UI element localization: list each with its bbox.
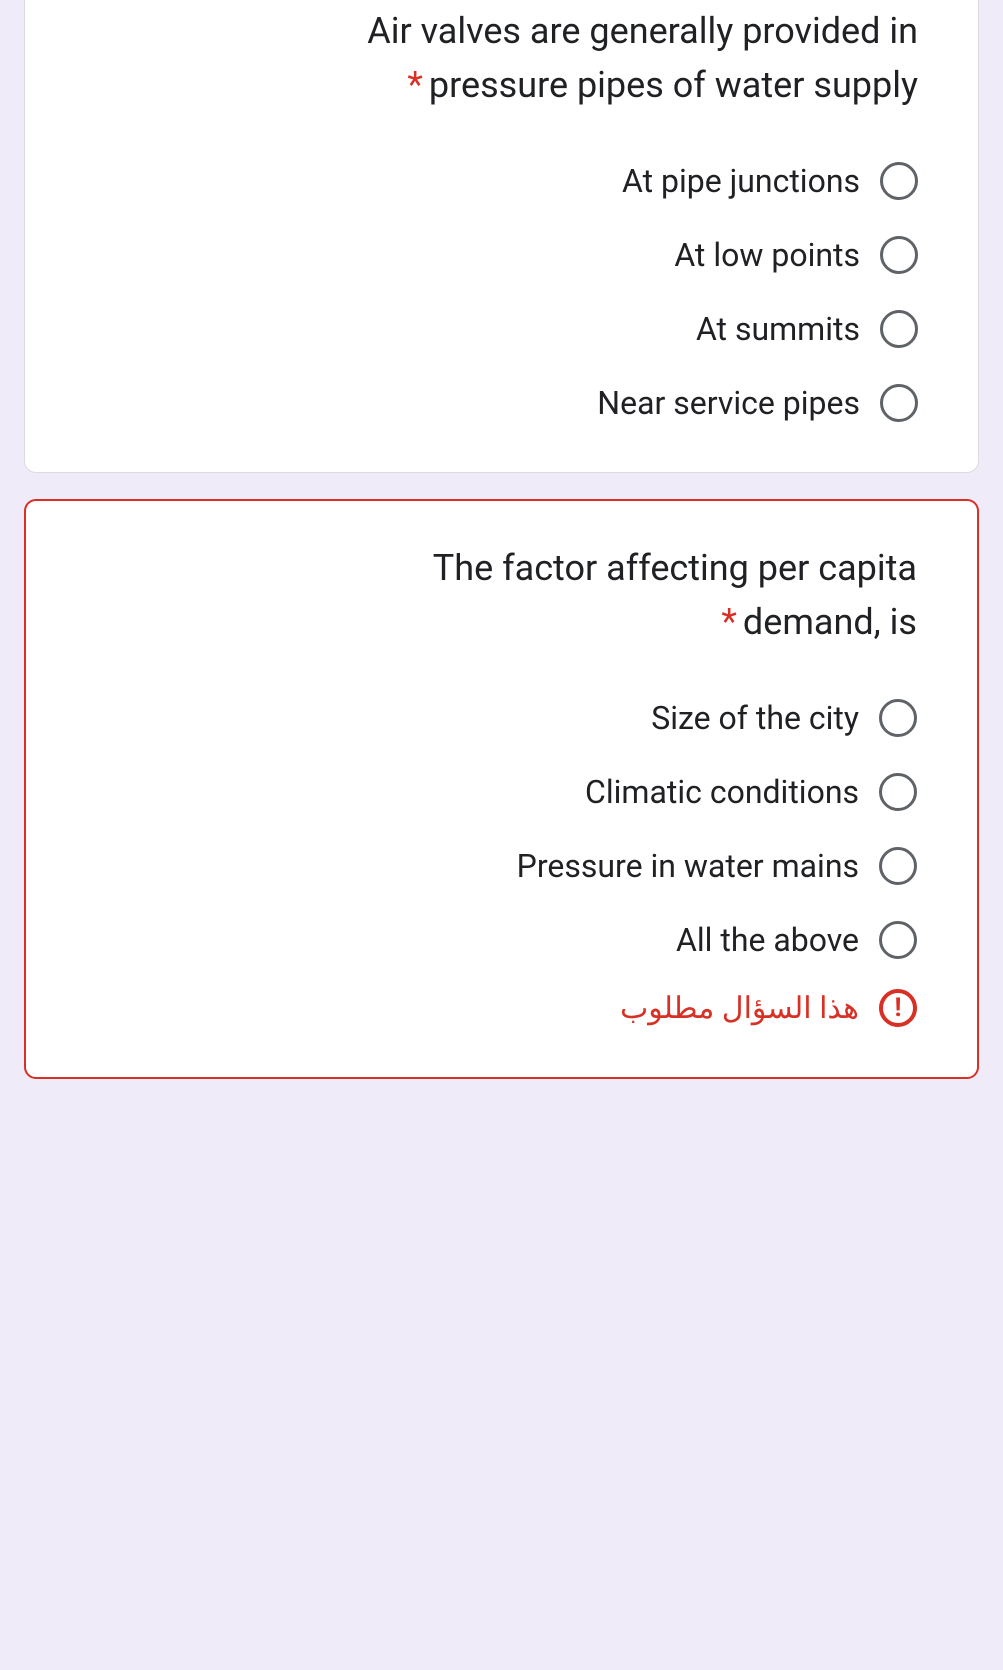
option-row-pressure-mains[interactable]: Pressure in water mains (86, 847, 917, 885)
option-row-size-city[interactable]: Size of the city (86, 699, 917, 737)
question-title-line2: demand, is (743, 601, 917, 643)
required-asterisk: * (721, 601, 737, 643)
question-card-2: The factor affecting per capita *demand,… (24, 499, 979, 1079)
radio-icon (880, 236, 918, 274)
option-label: Near service pipes (597, 384, 860, 422)
option-label: Climatic conditions (585, 773, 859, 811)
question-title-line2: pressure pipes of water supply (429, 64, 918, 106)
error-message-row: هذا السؤال مطلوب ! (86, 989, 917, 1027)
radio-icon (880, 162, 918, 200)
error-text: هذا السؤال مطلوب (620, 991, 859, 1026)
option-row-low-points[interactable]: At low points (85, 236, 918, 274)
radio-icon (879, 921, 917, 959)
question-title: Air valves are generally provided in *pr… (85, 4, 918, 112)
option-row-service-pipes[interactable]: Near service pipes (85, 384, 918, 422)
radio-icon (879, 773, 917, 811)
option-row-pipe-junctions[interactable]: At pipe junctions (85, 162, 918, 200)
option-label: At summits (696, 310, 860, 348)
required-asterisk: * (407, 64, 423, 106)
option-label: Size of the city (651, 699, 859, 737)
radio-icon (880, 384, 918, 422)
radio-icon (879, 699, 917, 737)
question-title: The factor affecting per capita *demand,… (86, 541, 917, 649)
options-group-1: At pipe junctions At low points At summi… (85, 162, 918, 422)
radio-icon (880, 310, 918, 348)
options-group-2: Size of the city Climatic conditions Pre… (86, 699, 917, 959)
option-label: At low points (674, 236, 860, 274)
option-label: Pressure in water mains (517, 847, 859, 885)
radio-icon (879, 847, 917, 885)
option-label: At pipe junctions (622, 162, 860, 200)
question-card-1: Air valves are generally provided in *pr… (24, 0, 979, 473)
option-row-all-above[interactable]: All the above (86, 921, 917, 959)
error-icon: ! (879, 989, 917, 1027)
option-row-summits[interactable]: At summits (85, 310, 918, 348)
option-label: All the above (676, 921, 859, 959)
exclamation-icon: ! (894, 995, 901, 1021)
option-row-climatic[interactable]: Climatic conditions (86, 773, 917, 811)
